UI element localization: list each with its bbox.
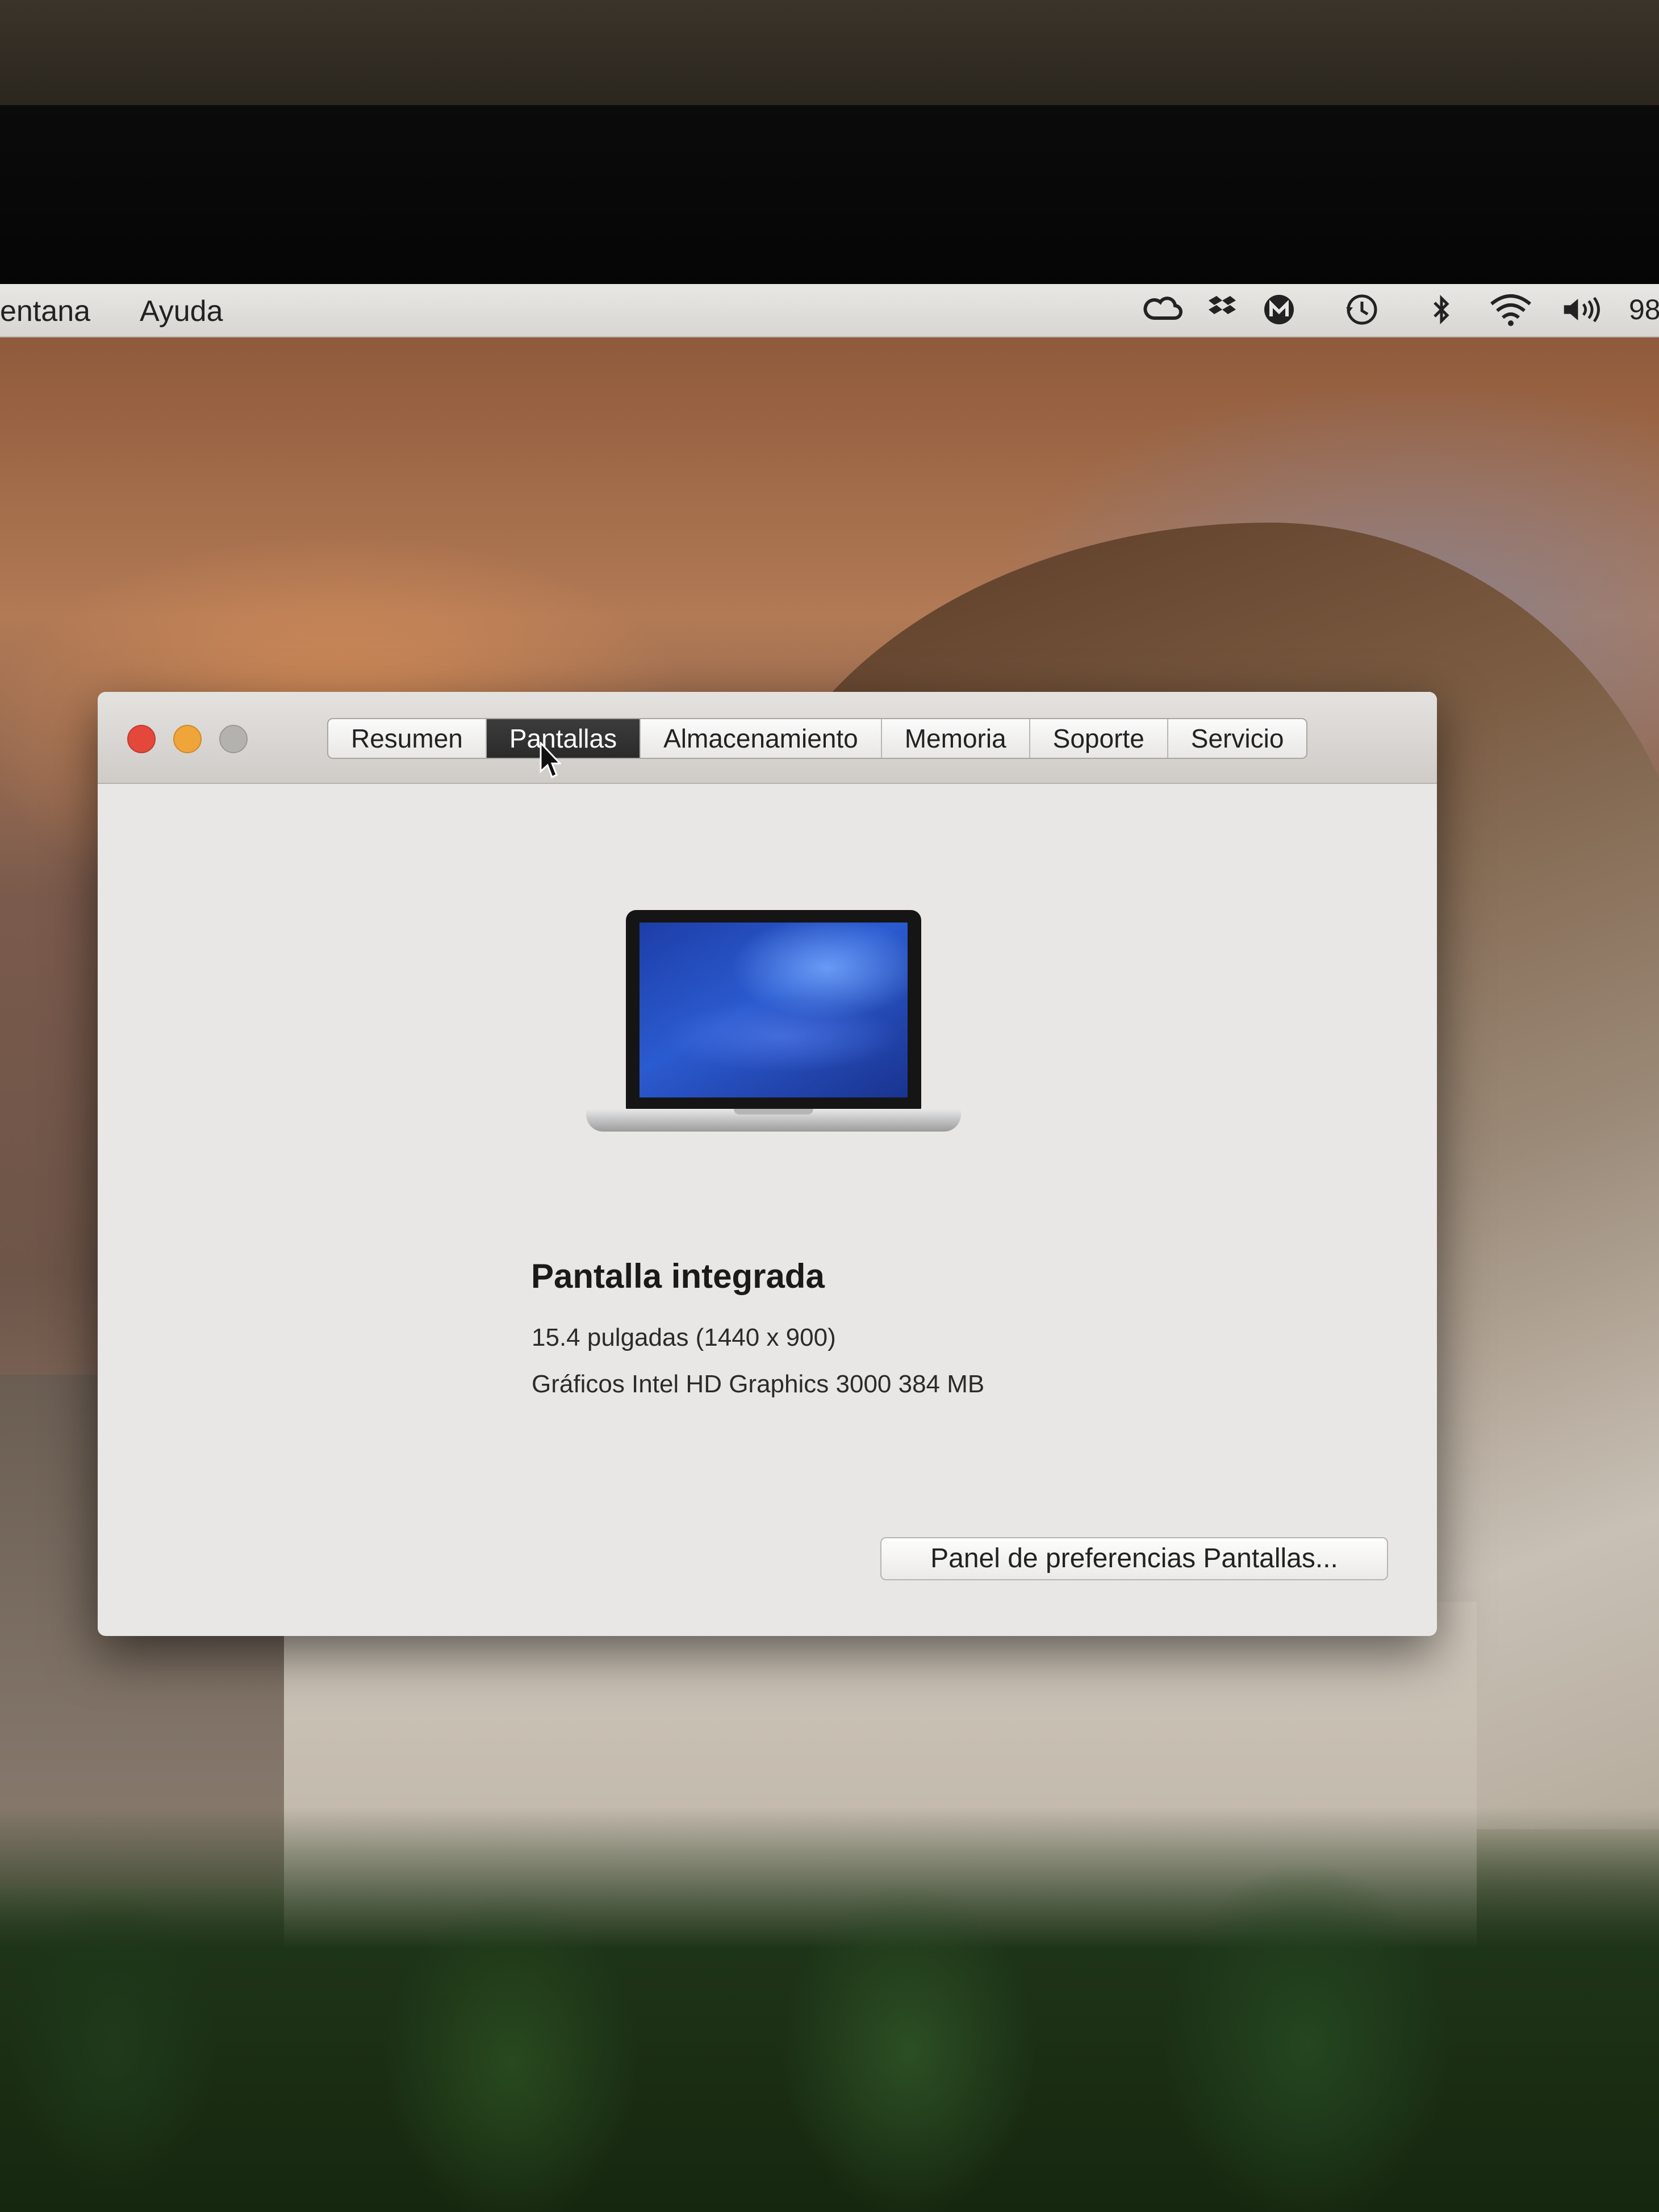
tab-almacenamiento[interactable]: Almacenamiento <box>641 719 882 758</box>
bluetooth-icon[interactable] <box>1420 290 1463 329</box>
display-title: Pantalla integrada <box>531 1257 825 1295</box>
wallpaper-trees <box>0 1806 1659 2212</box>
laptop-notch <box>734 1109 813 1115</box>
battery-percentage[interactable]: 98 <box>1629 293 1659 326</box>
mouse-pointer-icon <box>540 742 561 779</box>
window-titlebar: Resumen Pantallas Almacenamiento Memoria… <box>98 692 1437 784</box>
about-this-mac-window: Resumen Pantallas Almacenamiento Memoria… <box>98 692 1437 1636</box>
laptop-screen <box>640 923 908 1097</box>
monitor-bezel-top <box>0 0 1659 114</box>
menu-bar: entana Ayuda 98 <box>0 284 1659 337</box>
tab-resumen[interactable]: Resumen <box>328 719 487 758</box>
dropbox-icon[interactable] <box>1198 290 1242 329</box>
monitor-bezel <box>0 105 1659 287</box>
tab-memoria[interactable]: Memoria <box>882 719 1030 758</box>
tab-pantallas[interactable]: Pantallas <box>486 719 641 758</box>
tab-servicio[interactable]: Servicio <box>1168 719 1307 758</box>
display-graphics: Gráficos Intel HD Graphics 3000 384 MB <box>532 1370 985 1398</box>
time-machine-icon[interactable] <box>1340 290 1384 329</box>
wifi-icon[interactable] <box>1489 290 1532 329</box>
close-button[interactable] <box>127 725 156 753</box>
volume-icon[interactable] <box>1561 290 1604 329</box>
menu-ayuda[interactable]: Ayuda <box>140 294 223 328</box>
malwarebytes-icon[interactable] <box>1257 290 1301 329</box>
laptop-lid <box>626 910 921 1110</box>
minimize-button[interactable] <box>173 725 202 753</box>
creative-cloud-icon[interactable] <box>1142 290 1185 329</box>
display-preferences-button[interactable]: Panel de preferencias Pantallas... <box>880 1537 1388 1580</box>
tab-soporte[interactable]: Soporte <box>1030 719 1168 758</box>
display-size: 15.4 pulgadas (1440 x 900) <box>532 1324 836 1351</box>
tab-bar: Resumen Pantallas Almacenamiento Memoria… <box>327 718 1308 759</box>
macbook-pro-icon <box>586 910 961 1143</box>
menu-ventana[interactable]: entana <box>0 294 90 328</box>
zoom-button[interactable] <box>219 725 248 753</box>
